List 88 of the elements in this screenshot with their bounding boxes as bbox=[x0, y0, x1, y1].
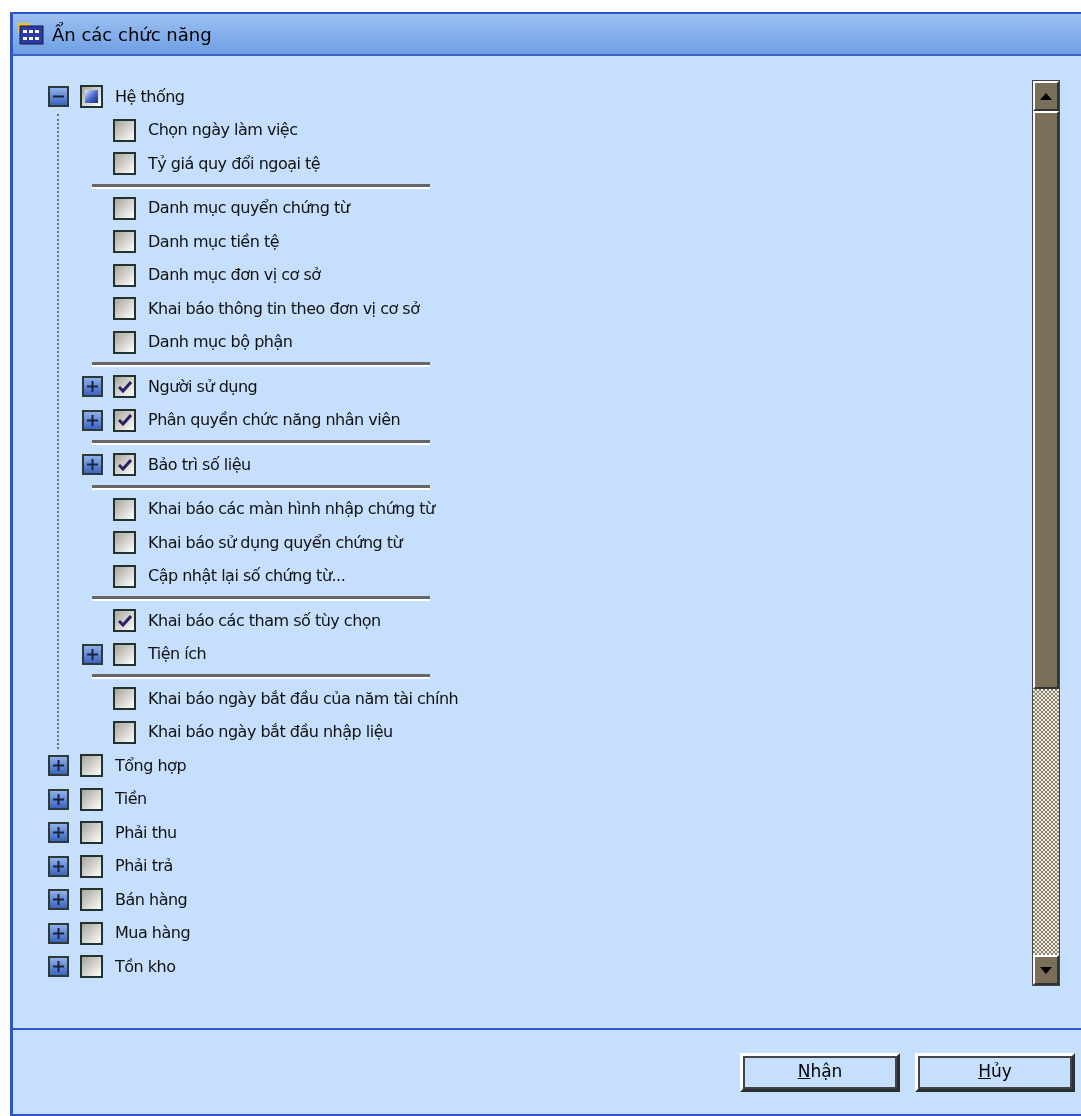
scroll-thumb[interactable] bbox=[1033, 111, 1059, 689]
checkbox[interactable] bbox=[113, 263, 136, 287]
plus-icon bbox=[87, 459, 98, 471]
tree-item-label[interactable]: Danh mục quyển chứng từ bbox=[148, 196, 350, 221]
tree-item-label[interactable]: Mua hàng bbox=[115, 921, 191, 946]
checkbox[interactable] bbox=[113, 152, 136, 176]
tree-item-label[interactable]: Bảo trì số liệu bbox=[148, 452, 251, 477]
tree-item-label[interactable]: Khai báo ngày bắt đầu nhập liệu bbox=[148, 720, 393, 745]
expand-toggle[interactable] bbox=[48, 922, 69, 944]
expand-toggle[interactable] bbox=[48, 755, 69, 777]
checkbox[interactable] bbox=[113, 720, 136, 744]
tree-item-label[interactable]: Bán hàng bbox=[115, 887, 188, 912]
checkbox[interactable] bbox=[113, 453, 136, 477]
tree-item-label[interactable]: Phải thu bbox=[115, 820, 177, 845]
plus-icon bbox=[53, 793, 64, 805]
plus-icon bbox=[53, 760, 64, 772]
tree-item-label[interactable]: Danh mục đơn vị cơ sở bbox=[148, 263, 321, 288]
tree-item-label[interactable]: Khai báo các màn hình nhập chứng từ bbox=[148, 497, 435, 522]
vertical-scrollbar[interactable] bbox=[1032, 80, 1060, 986]
tree-item-label[interactable]: Tiền bbox=[115, 787, 147, 812]
cancel-button[interactable]: Hủy bbox=[915, 1052, 1075, 1092]
plus-icon bbox=[53, 961, 64, 973]
check-icon bbox=[117, 614, 132, 627]
tree-item-label[interactable]: Chọn ngày làm việc bbox=[148, 118, 298, 143]
checkbox[interactable] bbox=[113, 408, 136, 432]
tree-item-label[interactable]: Tổng hợp bbox=[115, 753, 187, 778]
checkbox[interactable] bbox=[80, 921, 103, 945]
plus-icon bbox=[53, 927, 64, 939]
checkbox[interactable] bbox=[113, 330, 136, 354]
plus-icon bbox=[87, 414, 98, 426]
tree-item-label[interactable]: Người sử dụng bbox=[148, 374, 258, 399]
check-icon bbox=[117, 380, 132, 393]
tree-item-label[interactable]: Danh mục bộ phận bbox=[148, 330, 293, 355]
checkbox[interactable] bbox=[80, 821, 103, 845]
expand-toggle[interactable] bbox=[82, 409, 103, 431]
plus-icon bbox=[87, 648, 98, 660]
checkbox[interactable] bbox=[80, 754, 103, 778]
tree-item-label[interactable]: Phải trả bbox=[115, 854, 173, 879]
plus-icon bbox=[53, 860, 64, 872]
checkbox[interactable] bbox=[113, 687, 136, 711]
ok-button[interactable]: Nhận bbox=[740, 1052, 900, 1092]
checkbox[interactable] bbox=[113, 230, 136, 254]
checkbox[interactable] bbox=[113, 497, 136, 521]
checkbox[interactable] bbox=[80, 854, 103, 878]
expand-toggle[interactable] bbox=[82, 376, 103, 398]
checkbox[interactable] bbox=[113, 118, 136, 142]
collapse-toggle[interactable] bbox=[48, 86, 69, 108]
plus-icon bbox=[53, 894, 64, 906]
checkbox[interactable] bbox=[113, 297, 136, 321]
expand-toggle[interactable] bbox=[48, 855, 69, 877]
expand-toggle[interactable] bbox=[82, 643, 103, 665]
plus-icon bbox=[87, 381, 98, 393]
expand-toggle[interactable] bbox=[48, 889, 69, 911]
checkbox[interactable] bbox=[113, 531, 136, 555]
tree-item-label[interactable]: Tồn kho bbox=[115, 954, 176, 979]
plus-icon bbox=[53, 827, 64, 839]
expand-toggle[interactable] bbox=[48, 822, 69, 844]
tree-item-label[interactable]: Khai báo thông tin theo đơn vị cơ sở bbox=[148, 296, 420, 321]
check-icon bbox=[117, 458, 132, 471]
checkbox[interactable] bbox=[113, 564, 136, 588]
expand-toggle[interactable] bbox=[48, 956, 69, 978]
scroll-down-button[interactable] bbox=[1033, 955, 1059, 985]
tree-item-label[interactable]: Tỷ giá quy đổi ngoại tệ bbox=[148, 151, 321, 176]
down-arrow-icon bbox=[1040, 966, 1052, 974]
checkbox[interactable] bbox=[80, 955, 103, 979]
up-arrow-icon bbox=[1040, 92, 1052, 100]
tree-item-label[interactable]: Khai báo sử dụng quyển chứng từ bbox=[148, 530, 403, 555]
checkbox[interactable] bbox=[80, 787, 103, 811]
checkbox[interactable] bbox=[80, 888, 103, 912]
checkbox[interactable] bbox=[113, 609, 136, 633]
indeterminate-square-icon bbox=[85, 90, 98, 104]
check-icon bbox=[117, 414, 132, 427]
tree-item-label[interactable]: Khai báo các tham số tùy chọn bbox=[148, 608, 381, 633]
window-title: Ẩn các chức năng bbox=[52, 21, 212, 47]
window-icon bbox=[18, 23, 44, 45]
tree-item-label[interactable]: Tiện ích bbox=[148, 642, 207, 667]
tree-item-label[interactable]: Hệ thống bbox=[115, 84, 185, 109]
expand-toggle[interactable] bbox=[82, 454, 103, 476]
tree-item-label[interactable]: Cập nhật lại số chứng từ... bbox=[148, 564, 346, 589]
checkbox[interactable] bbox=[113, 375, 136, 399]
expand-toggle[interactable] bbox=[48, 788, 69, 810]
tree-item-label[interactable]: Khai báo ngày bắt đầu của năm tài chính bbox=[148, 686, 459, 711]
scroll-up-button[interactable] bbox=[1033, 81, 1059, 111]
tree-item-label[interactable]: Danh mục tiền tệ bbox=[148, 229, 279, 254]
checkbox[interactable] bbox=[80, 85, 103, 109]
checkbox[interactable] bbox=[113, 642, 136, 666]
checkbox[interactable] bbox=[113, 196, 136, 220]
tree-item-label[interactable]: Phân quyền chức năng nhân viên bbox=[148, 408, 401, 433]
